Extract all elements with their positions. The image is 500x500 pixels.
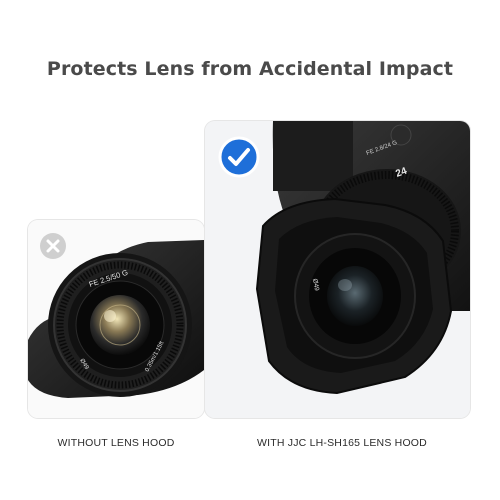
caption-without-hood: WITHOUT LENS HOOD xyxy=(57,437,175,449)
page-headline: Protects Lens from Accidental Impact xyxy=(46,58,454,80)
caption-with-hood: WITH JJC LH-SH165 LENS HOOD xyxy=(257,437,427,449)
x-icon xyxy=(40,233,66,259)
checkmark-icon xyxy=(218,136,260,178)
